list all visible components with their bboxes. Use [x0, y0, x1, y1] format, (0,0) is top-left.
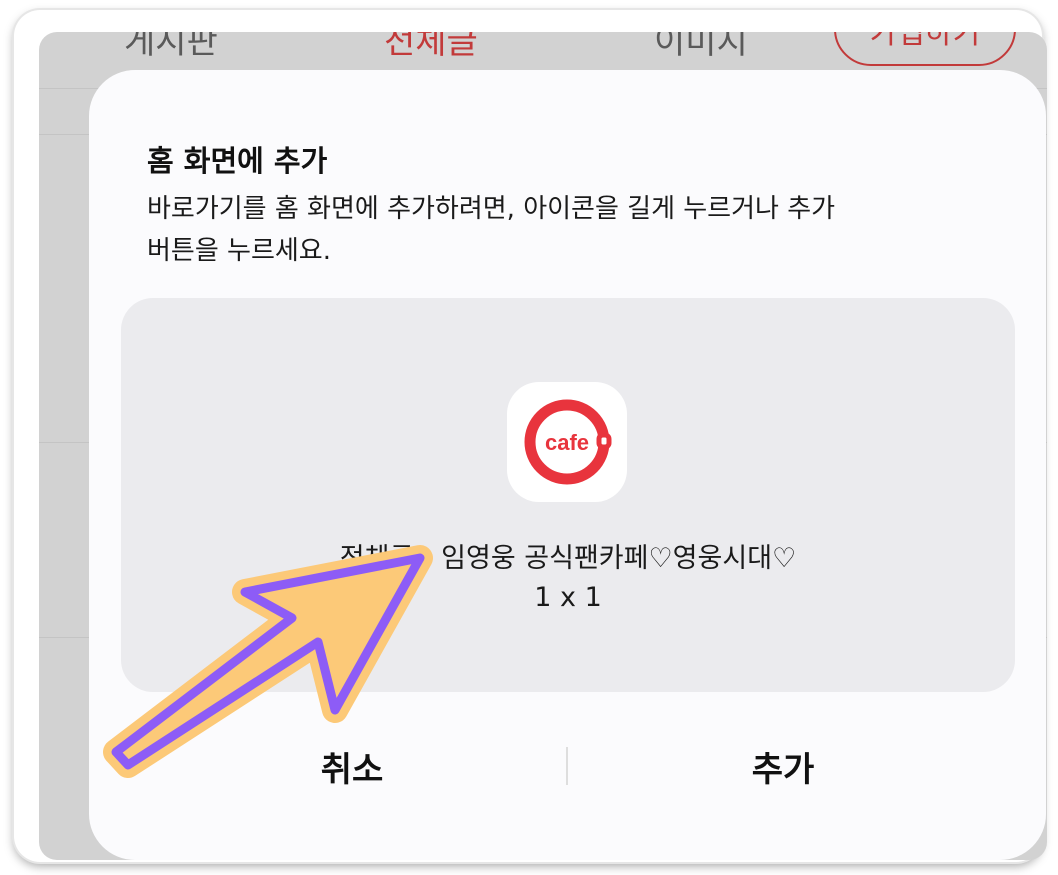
background-tab-all-posts[interactable]: 전체글	[384, 32, 478, 63]
button-divider	[566, 747, 568, 785]
screenshot-frame: 게시판 전체글 이미지 가입하기 홈 화면에 추가 바로가기를 홈 화면에 추가…	[14, 10, 1047, 862]
dialog-description: 바로가기를 홈 화면에 추가하려면, 아이콘을 길게 누르거나 추가 버튼을 누…	[147, 188, 947, 272]
phone-screen: 게시판 전체글 이미지 가입하기 홈 화면에 추가 바로가기를 홈 화면에 추가…	[39, 32, 1047, 860]
cancel-button[interactable]: 취소	[202, 735, 502, 805]
dialog-title: 홈 화면에 추가	[147, 144, 328, 178]
shortcut-preview[interactable]: cafe 전체글 - 임영웅 공식팬카페♡영웅시대♡ 1 x 1	[121, 298, 1015, 692]
background-join-button[interactable]: 가입하기	[834, 32, 1016, 66]
dialog-description-line: 버튼을 누르세요.	[147, 236, 331, 266]
background-tab-board[interactable]: 게시판	[124, 32, 218, 63]
cafe-app-icon[interactable]: cafe	[507, 382, 627, 502]
shortcut-size: 1 x 1	[534, 582, 602, 613]
cafe-icon-text: cafe	[545, 430, 589, 455]
add-button[interactable]: 추가	[633, 735, 933, 805]
shortcut-name: 전체글 - 임영웅 공식팬카페♡영웅시대♡	[339, 543, 797, 574]
add-to-home-dialog: 홈 화면에 추가 바로가기를 홈 화면에 추가하려면, 아이콘을 길게 누르거나…	[89, 70, 1046, 860]
background-tab-images[interactable]: 이미지	[654, 32, 748, 63]
dialog-description-line: 바로가기를 홈 화면에 추가하려면, 아이콘을 길게 누르거나 추가	[147, 194, 836, 224]
